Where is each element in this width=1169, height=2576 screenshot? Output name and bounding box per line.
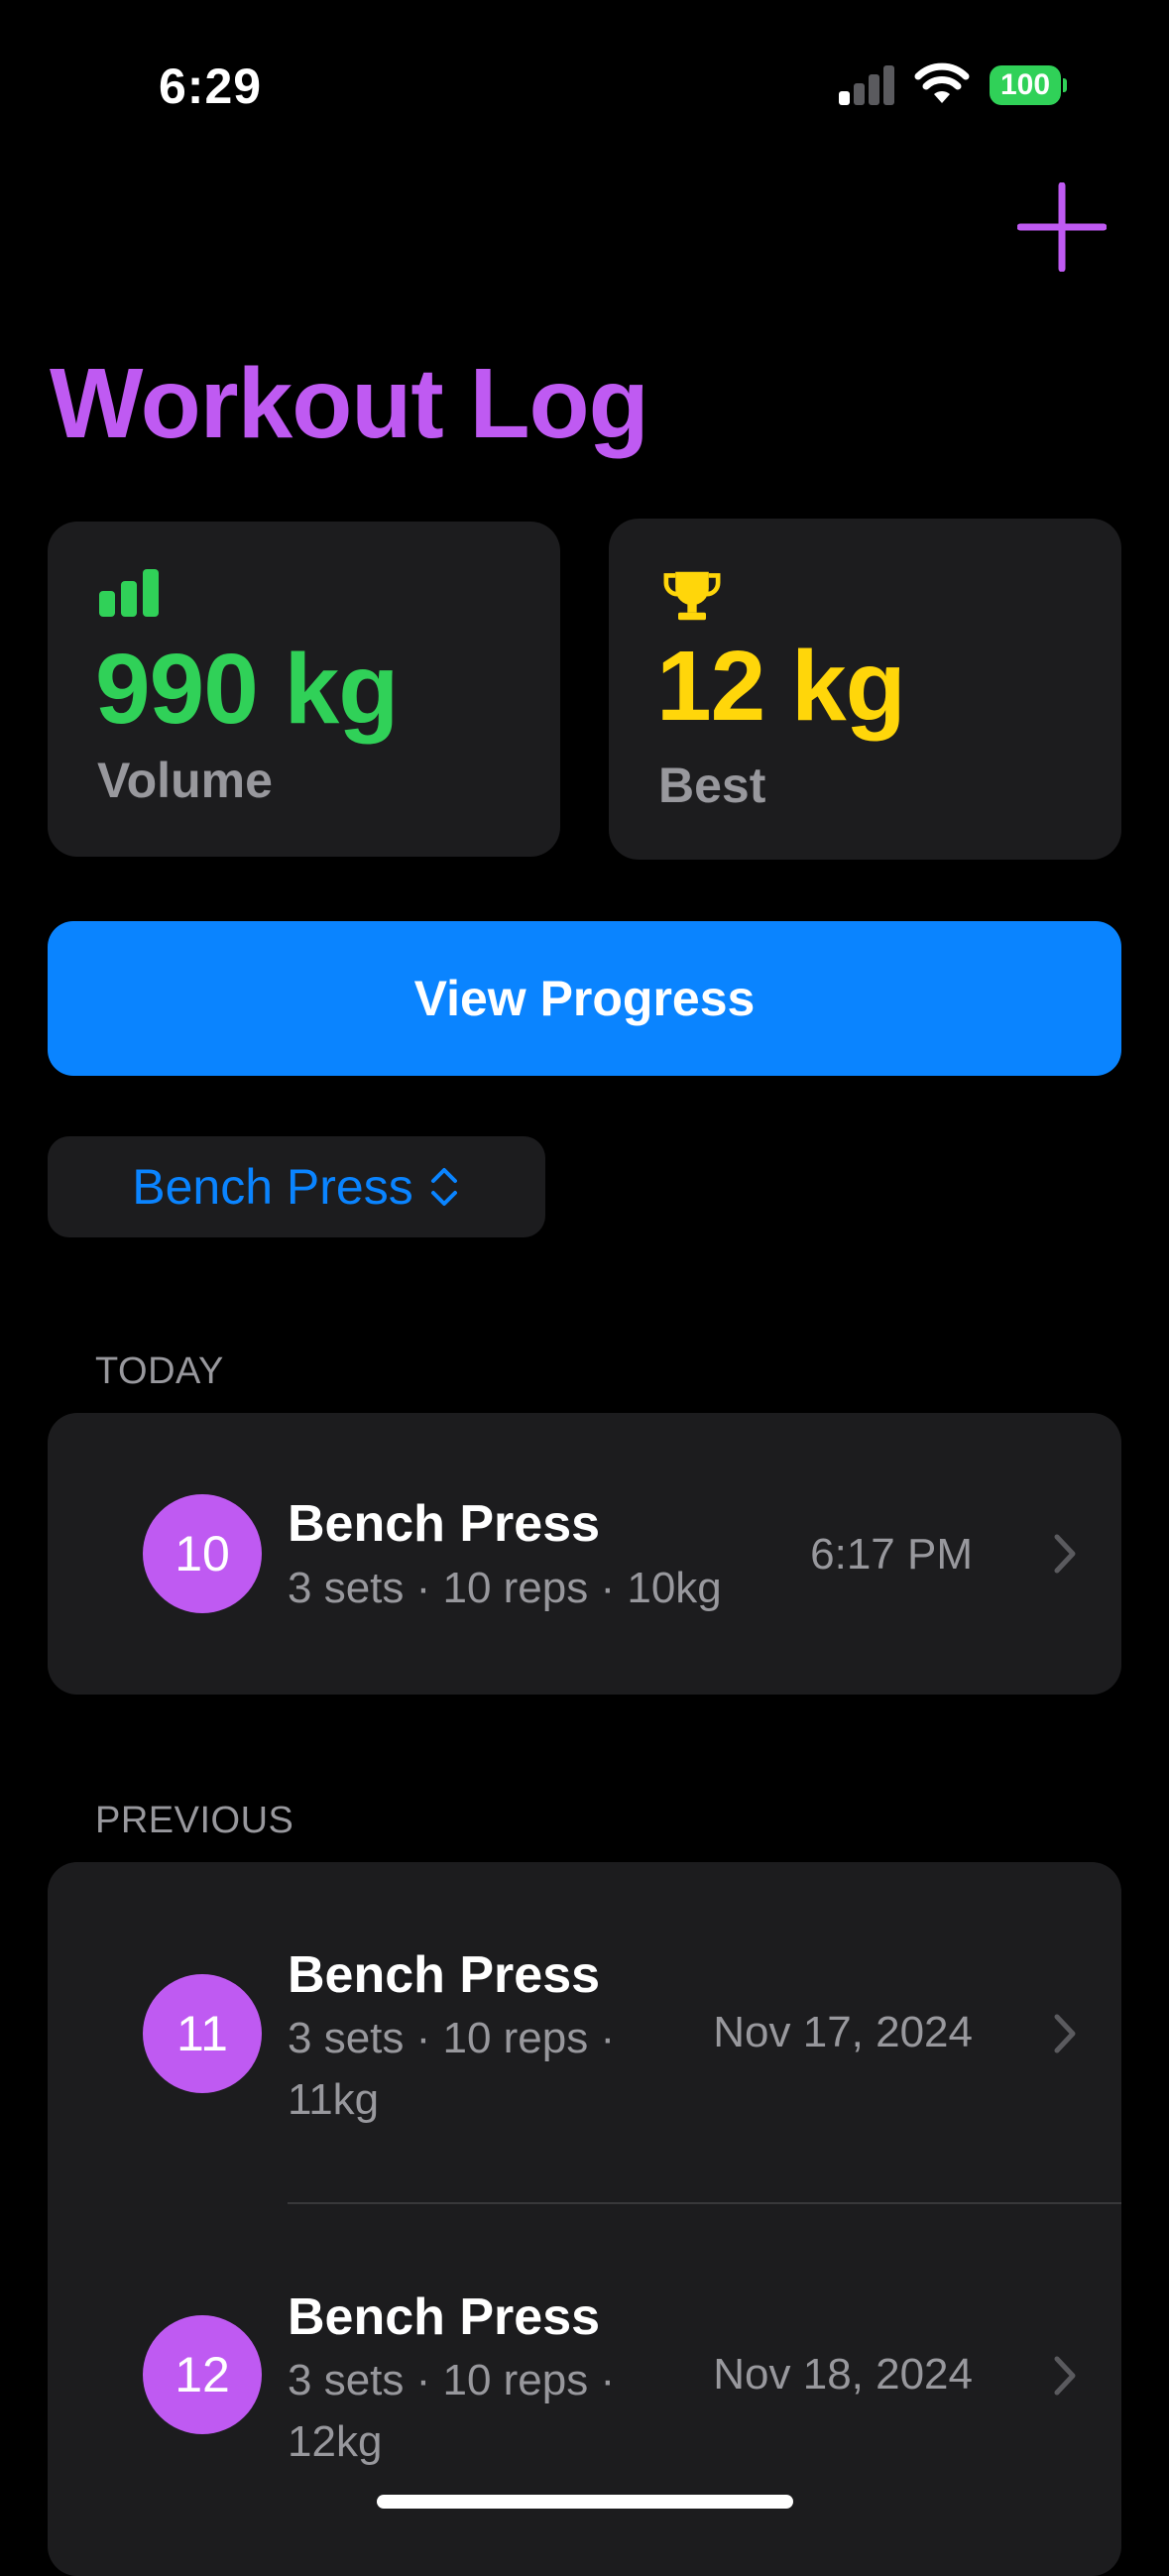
- previous-list: 11 Bench Press 3 sets · 10 reps · 11kg N…: [48, 1862, 1121, 2576]
- workout-title: Bench Press: [288, 1495, 601, 1553]
- workout-time: 6:17 PM: [810, 1530, 973, 1579]
- add-workout-button[interactable]: [1017, 182, 1107, 272]
- best-stat-card: 12 kg Best: [609, 519, 1121, 860]
- chevron-up-down-icon: [430, 1168, 457, 1206]
- workout-title: Bench Press: [288, 1946, 601, 2004]
- volume-label: Volume: [97, 753, 273, 808]
- exercise-picker-label: Bench Press: [132, 1159, 413, 1215]
- trophy-icon: [663, 571, 721, 621]
- section-header-previous: PREVIOUS: [95, 1800, 294, 1841]
- status-time: 6:29: [159, 59, 263, 114]
- best-label: Best: [658, 758, 766, 813]
- chevron-right-icon: [1054, 2356, 1076, 2396]
- home-indicator[interactable]: [377, 2495, 793, 2509]
- volume-stat-card: 990 kg Volume: [48, 522, 560, 857]
- workout-number-badge: 10: [143, 1494, 262, 1613]
- chevron-right-icon: [1054, 1534, 1076, 1574]
- exercise-picker[interactable]: Bench Press: [48, 1136, 545, 1237]
- best-value: 12 kg: [656, 631, 906, 742]
- battery-level: 100: [990, 65, 1061, 105]
- plus-icon: [1017, 182, 1107, 272]
- workout-title: Bench Press: [288, 2288, 601, 2346]
- list-item[interactable]: 10 Bench Press 3 sets · 10 reps · 10kg 6…: [48, 1413, 1121, 1695]
- cellular-signal-icon: [839, 65, 896, 105]
- workout-date: Nov 17, 2024: [713, 2008, 973, 2056]
- workout-details: 3 sets · 10 reps · 11kg: [288, 2014, 616, 2124]
- page-title: Workout Log: [50, 348, 649, 459]
- workout-date: Nov 18, 2024: [713, 2350, 973, 2399]
- workout-number-badge: 11: [143, 1974, 262, 2093]
- section-header-today: TODAY: [95, 1350, 224, 1392]
- list-item[interactable]: 11 Bench Press 3 sets · 10 reps · 11kg N…: [48, 1862, 1121, 2203]
- workout-number-badge: 12: [143, 2315, 262, 2434]
- chart-bar-icon: [99, 569, 159, 617]
- today-list: 10 Bench Press 3 sets · 10 reps · 10kg 6…: [48, 1413, 1121, 1695]
- battery-icon: 100: [990, 65, 1067, 105]
- workout-details: 3 sets · 10 reps · 10kg: [288, 1564, 722, 1612]
- volume-value: 990 kg: [95, 634, 399, 745]
- wifi-icon: [914, 62, 970, 103]
- view-progress-button[interactable]: View Progress: [48, 921, 1121, 1076]
- workout-details: 3 sets · 10 reps · 12kg: [288, 2356, 616, 2466]
- chevron-right-icon: [1054, 2014, 1076, 2053]
